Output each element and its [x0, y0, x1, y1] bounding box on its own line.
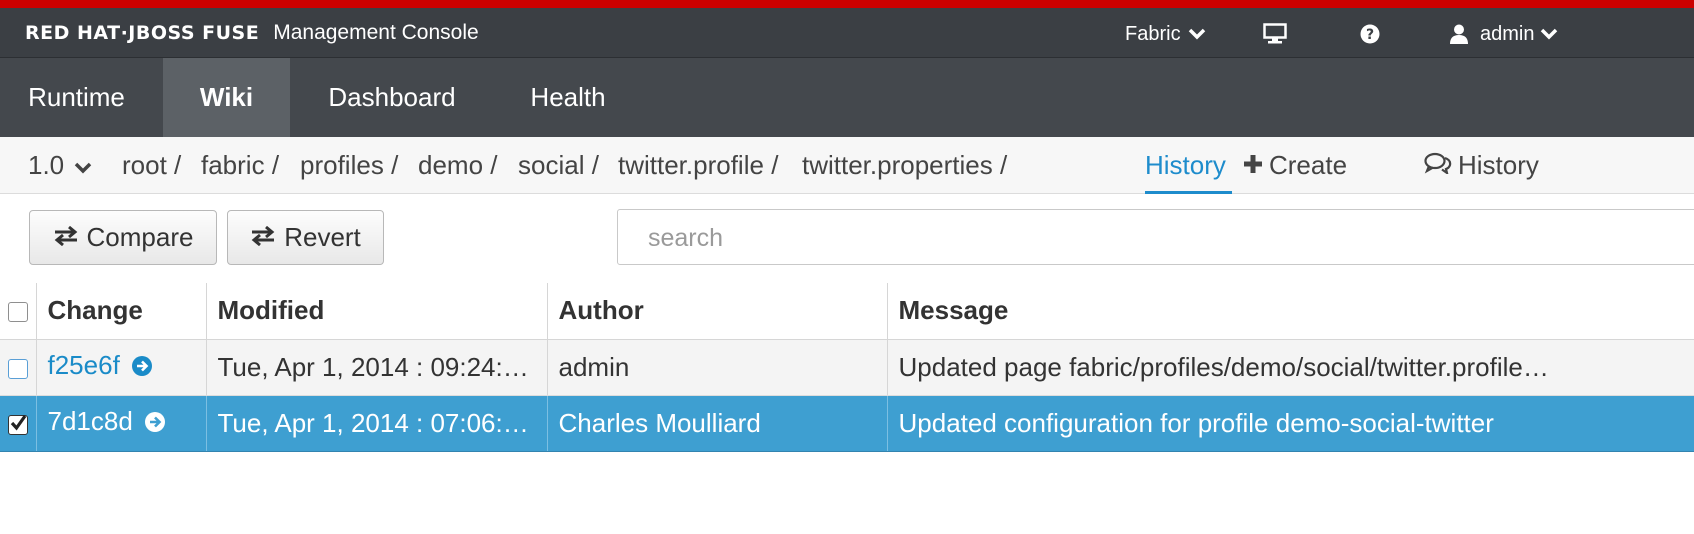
fabric-menu[interactable]: Fabric — [1125, 20, 1206, 48]
breadcrumb-item-twitter-properties[interactable]: twitter.properties / — [802, 137, 1007, 194]
select-all-checkbox[interactable] — [7, 302, 28, 323]
breadcrumb-item-profiles[interactable]: profiles / — [300, 137, 398, 194]
tab-dashboard[interactable]: Dashboard — [309, 58, 475, 137]
breadcrumb-item-demo[interactable]: demo / — [418, 137, 498, 194]
brand-logo[interactable]: RED HAT·JBOSS FUSE Management Console — [25, 21, 479, 45]
breadcrumb: 1.0 root / fabric / profiles / demo / so… — [0, 137, 1694, 194]
breadcrumb-label: social — [518, 150, 585, 180]
tab-health[interactable]: Health — [513, 58, 623, 137]
change-cell: 7d1c8d — [35, 395, 206, 452]
breadcrumb-separator: / — [999, 150, 1008, 180]
breadcrumb-label: twitter.profile — [618, 150, 764, 180]
tab-wiki[interactable]: Wiki — [163, 58, 290, 137]
breadcrumb-item-social[interactable]: social / — [518, 137, 599, 194]
column-header-modified[interactable]: Modified — [205, 283, 547, 340]
exchange-icon — [53, 222, 79, 253]
brand-name: RED HAT·JBOSS FUSE — [25, 22, 260, 44]
comments-icon — [1424, 150, 1452, 181]
arrow-circle-right-icon[interactable] — [131, 353, 153, 384]
chevron-down-icon — [1188, 28, 1206, 40]
message-cell: Updated configuration for profile demo-s… — [886, 395, 1694, 452]
active-tab-underline — [1145, 191, 1232, 194]
breadcrumb-separator: / — [591, 150, 599, 180]
user-menu-label: admin — [1480, 22, 1535, 45]
svg-text:?: ? — [1366, 27, 1374, 43]
table-row[interactable]: f25e6f Tue, Apr 1, 2014 : 09:24:… admin … — [0, 339, 1694, 396]
change-cell: f25e6f — [35, 339, 206, 396]
fabric-menu-label: Fabric — [1125, 22, 1181, 45]
table-header-row: Change Modified Author Message — [0, 283, 1694, 340]
tab-runtime[interactable]: Runtime — [0, 58, 153, 137]
create-label: Create — [1269, 150, 1348, 180]
tab-history-active[interactable]: History — [1145, 137, 1226, 194]
row-checkbox[interactable] — [7, 358, 28, 379]
version-label: 1.0 — [28, 150, 65, 180]
brand-accent-strip — [0, 0, 1694, 8]
breadcrumb-item-root[interactable]: root / — [122, 137, 181, 194]
column-header-change[interactable]: Change — [35, 283, 206, 340]
modified-cell: Tue, Apr 1, 2014 : 07:06:… — [205, 395, 547, 452]
main-nav: Runtime Wiki Dashboard Health — [0, 58, 1694, 137]
table-row-selected[interactable]: 7d1c8d Tue, Apr 1, 2014 : 07:06:… Charle… — [0, 395, 1694, 452]
chevron-down-icon — [74, 150, 92, 181]
column-header-message[interactable]: Message — [886, 283, 1694, 340]
column-header-author[interactable]: Author — [546, 283, 887, 340]
chevron-down-icon — [1540, 28, 1558, 40]
version-selector[interactable]: 1.0 — [28, 137, 92, 194]
breadcrumb-separator: / — [771, 150, 779, 180]
history-table: Change Modified Author Message f25e6f Tu… — [0, 283, 1694, 452]
change-link[interactable]: f25e6f — [48, 350, 120, 380]
breadcrumb-item-twitter-profile[interactable]: twitter.profile / — [618, 137, 778, 194]
search-input[interactable]: search — [617, 209, 1694, 265]
breadcrumb-label: root — [122, 150, 167, 180]
select-all-cell — [0, 283, 36, 340]
breadcrumb-separator: / — [271, 150, 280, 180]
brand-subtitle: Management Console — [273, 21, 479, 44]
create-button[interactable]: Create — [1243, 137, 1347, 194]
revert-button[interactable]: Revert — [227, 210, 384, 265]
user-menu[interactable]: admin — [1450, 20, 1558, 48]
author-cell: admin — [546, 339, 887, 396]
compare-label: Compare — [86, 222, 194, 252]
revert-label: Revert — [284, 222, 361, 252]
breadcrumb-label: demo — [418, 150, 484, 180]
breadcrumb-separator: / — [174, 150, 182, 180]
user-icon — [1450, 24, 1468, 44]
help-icon[interactable]: ? — [1360, 20, 1380, 48]
top-bar: RED HAT·JBOSS FUSE Management Console Fa… — [0, 8, 1694, 58]
row-select-cell — [0, 395, 36, 452]
change-link[interactable]: 7d1c8d — [48, 406, 133, 436]
arrow-circle-right-icon[interactable] — [144, 409, 166, 440]
search-placeholder: search — [648, 224, 724, 252]
breadcrumb-label: fabric — [201, 150, 265, 180]
breadcrumb-label: twitter.properties — [802, 150, 993, 180]
row-checkbox-checked[interactable] — [7, 414, 28, 435]
history-button[interactable]: History — [1424, 137, 1539, 194]
breadcrumb-separator: / — [490, 150, 498, 180]
monitor-icon[interactable] — [1263, 20, 1287, 48]
author-cell: Charles Moulliard — [546, 395, 887, 452]
modified-cell: Tue, Apr 1, 2014 : 09:24:… — [205, 339, 547, 396]
exchange-icon — [250, 222, 276, 253]
row-select-cell — [0, 339, 36, 396]
message-cell: Updated page fabric/profiles/demo/social… — [886, 339, 1694, 396]
breadcrumb-label: profiles — [300, 150, 384, 180]
compare-button[interactable]: Compare — [29, 210, 217, 265]
plus-icon — [1243, 150, 1263, 181]
breadcrumb-separator: / — [391, 150, 399, 180]
history-label: History — [1458, 150, 1539, 180]
breadcrumb-item-fabric[interactable]: fabric / — [201, 137, 279, 194]
